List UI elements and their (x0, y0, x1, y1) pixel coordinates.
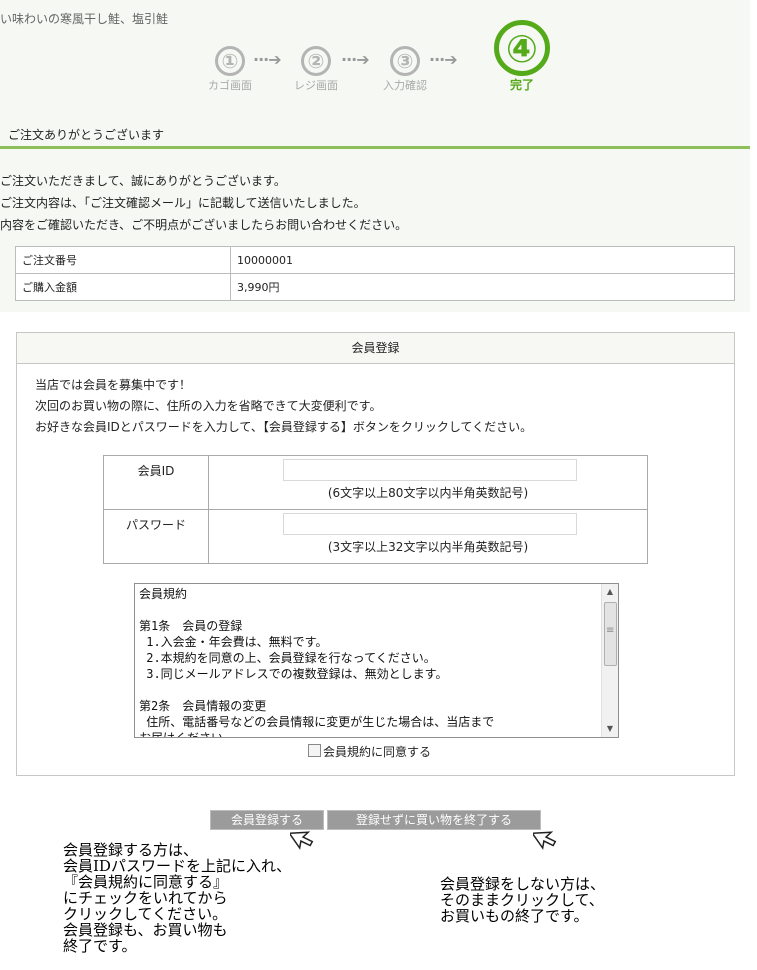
order-summary-table: ご注文番号 10000001 ご購入金額 3,990円 (15, 246, 735, 301)
terms-text: 会員規約 第1条 会員の登録 1.入会金・年会費は、無料です。 2.本規約を同意… (139, 587, 495, 738)
table-row: パスワード (3文字以上32文字以内半角英数記号) (103, 509, 648, 564)
password-label: パスワード (103, 509, 209, 564)
table-row: ご購入金額 3,990円 (15, 273, 735, 301)
intro-line: 当店では会員を募集中です！ (35, 378, 192, 392)
intro-line: 次回のお買い物の際に、住所の入力を省略できて大変便利です。 (35, 399, 382, 413)
thanks-line: 内容をご確認いただき、ご不明点がございましたらお問い合わせください。 (0, 218, 408, 232)
shop-tagline: い味わいの寒風干し鮭、塩引鮭 (0, 12, 169, 26)
agree-label[interactable]: 会員規約に同意する (323, 745, 431, 759)
scroll-down-icon[interactable]: ▼ (602, 721, 618, 737)
agree-terms[interactable]: 会員規約に同意する (308, 743, 431, 760)
step-arrow-icon: ···➔ (429, 50, 458, 69)
password-cell: (3文字以上32文字以内半角英数記号) (208, 509, 648, 564)
order-amount-label: ご購入金額 (15, 273, 231, 301)
terms-scrollbar[interactable]: ▲ ▼ (601, 584, 618, 737)
member-id-hint: (6文字以上80文字以内半角英数記号) (327, 486, 529, 500)
member-registration-title: 会員登録 (17, 333, 734, 364)
password-input[interactable] (283, 513, 577, 535)
pointer-arrow-icon (290, 831, 314, 850)
step-arrow-icon: ···➔ (253, 50, 282, 69)
pointer-arrow-icon (533, 831, 557, 850)
member-id-cell: (6文字以上80文字以内半角英数記号) (208, 455, 648, 510)
step-3-label: 入力確認 (383, 79, 427, 92)
member-form: 会員ID (6文字以上80文字以内半角英数記号) パスワード (3文字以上32文… (103, 455, 648, 564)
step-1-number: ① (215, 46, 245, 76)
thanks-line: ご注文いただきまして、誠にありがとうございます。 (0, 174, 286, 188)
step-complete: ④ 完了 (487, 20, 557, 93)
thanks-heading: ご注文ありがとうございます (0, 122, 750, 149)
scroll-thumb[interactable] (604, 602, 617, 666)
order-number-label: ご注文番号 (15, 246, 231, 274)
thanks-message: ご注文いただきまして、誠にありがとうございます。 ご注文内容は、「ご注文確認メー… (0, 170, 407, 236)
member-id-label: 会員ID (103, 455, 209, 510)
password-hint: (3文字以上32文字以内半角英数記号) (327, 540, 529, 554)
order-number-value: 10000001 (230, 246, 735, 274)
member-id-input[interactable] (283, 459, 577, 481)
step-arrow-icon: ···➔ (341, 50, 370, 69)
member-registration-intro: 当店では会員を募集中です！ 次回のお買い物の際に、住所の入力を省略できて大変便利… (35, 375, 532, 438)
step-4-number: ④ (494, 20, 550, 76)
checkout-steps: ① カゴ画面 ···➔ ② レジ画面 ···➔ ③ 入力確認 ···➔ ④ 完了 (205, 20, 565, 100)
agree-checkbox[interactable] (308, 744, 321, 757)
step-1-label: カゴ画面 (208, 79, 252, 92)
intro-line: お好きな会員IDとパスワードを入力して、【会員登録する】ボタンをクリックしてくだ… (35, 420, 533, 434)
table-row: ご注文番号 10000001 (15, 246, 735, 274)
scroll-up-icon[interactable]: ▲ (602, 584, 618, 600)
register-instruction-note: 会員登録する方は、 会員IDパスワードを上記に入れ、 『会員規約に同意する』 に… (63, 841, 292, 955)
step-4-label: 完了 (509, 78, 534, 92)
member-registration-box: 会員登録 当店では会員を募集中です！ 次回のお買い物の際に、住所の入力を省略でき… (16, 332, 735, 776)
thanks-title: ご注文ありがとうございます (8, 128, 165, 142)
skip-instruction-note: 会員登録をしない方は、 そのままクリックして、 お買いもの終了です。 (440, 875, 606, 925)
step-2-number: ② (301, 46, 331, 76)
step-2-label: レジ画面 (294, 79, 338, 92)
terms-textarea[interactable]: 会員規約 第1条 会員の登録 1.入会金・年会費は、無料です。 2.本規約を同意… (134, 583, 619, 738)
order-amount-value: 3,990円 (230, 273, 735, 301)
step-3-number: ③ (390, 46, 420, 76)
order-complete-panel: い味わいの寒風干し鮭、塩引鮭 ① カゴ画面 ···➔ ② レジ画面 ···➔ ③… (0, 0, 750, 312)
table-row: 会員ID (6文字以上80文字以内半角英数記号) (103, 455, 648, 510)
finish-without-register-button[interactable]: 登録せずに買い物を終了する (327, 810, 541, 830)
thanks-line: ご注文内容は、「ご注文確認メール」に記載して送信いたしました。 (0, 196, 366, 210)
